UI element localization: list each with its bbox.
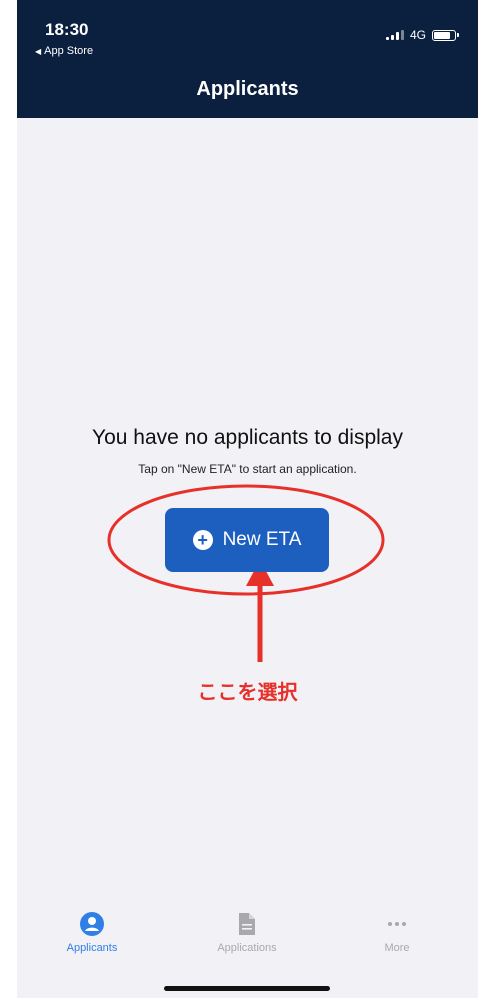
ellipsis-icon (388, 922, 406, 926)
tab-more[interactable]: More (337, 912, 457, 954)
annotation-text: ここを選択 (197, 680, 298, 704)
status-indicators: 4G (385, 28, 459, 42)
plus-circle-icon: + (192, 530, 213, 550)
document-icon (239, 913, 255, 935)
empty-state-subtitle: Tap on "New ETA" to start an application… (138, 462, 357, 476)
phone-screen: 18:30 ◀ App Store 4G Applicants You have… (17, 0, 478, 998)
home-indicator[interactable] (164, 986, 330, 991)
new-eta-button-label: New ETA (222, 529, 302, 550)
tab-applications[interactable]: Applications (187, 912, 307, 954)
network-label: 4G (409, 28, 426, 42)
tab-applications-label: Applications (217, 942, 277, 954)
back-to-app-store[interactable]: ◀ App Store (35, 45, 93, 57)
page-title: Applicants (196, 78, 299, 100)
person-circle-icon (80, 912, 104, 936)
header: 18:30 ◀ App Store 4G Applicants (17, 0, 478, 118)
tab-applicants-label: Applicants (66, 942, 118, 954)
status-time: 18:30 (45, 20, 89, 39)
tab-bar: Applicants Applications More (17, 900, 478, 998)
tab-more-label: More (384, 942, 410, 954)
new-eta-button[interactable]: + New ETA (165, 508, 329, 572)
tab-applicants[interactable]: Applicants (32, 912, 152, 954)
annotation-overlay (107, 484, 385, 662)
back-app-label: App Store (44, 45, 94, 57)
empty-state-title: You have no applicants to display (92, 426, 403, 449)
signal-icon (385, 30, 404, 40)
back-triangle-icon: ◀ (35, 46, 42, 56)
battery-icon (432, 29, 459, 41)
